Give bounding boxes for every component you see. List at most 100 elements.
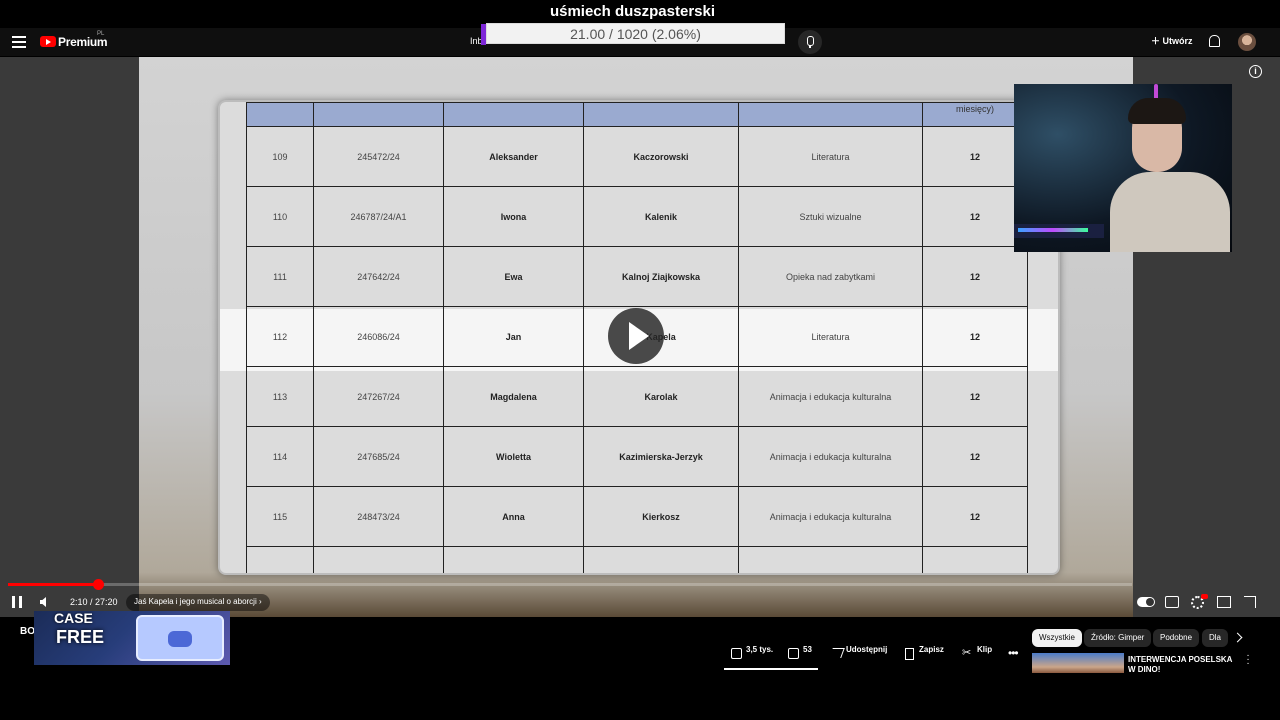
youtube-app: Premium PL Inb ＋ Utwórz uśmiech duszpast… bbox=[0, 0, 1280, 720]
table-header-row: miesięcy) bbox=[246, 102, 1028, 127]
menu-icon[interactable] bbox=[12, 36, 26, 48]
table-cell: 247642/24 bbox=[313, 246, 444, 307]
more-actions-icon[interactable]: ••• bbox=[1008, 647, 1019, 659]
table-cell: Kazimierska-Jerzyk bbox=[583, 426, 739, 487]
dislike-icon[interactable] bbox=[788, 648, 799, 659]
voice-search-icon[interactable] bbox=[798, 30, 822, 54]
table-row: 109 245472/24 Aleksander Kaczorowski Literat… bbox=[246, 126, 1028, 187]
table-cell: Animacja i edukacja kulturalna bbox=[738, 486, 923, 547]
channel-name[interactable]: BO bbox=[20, 626, 35, 637]
table-row bbox=[246, 546, 1028, 573]
recommendation-title[interactable]: INTERWENCJA POSELSKA W DINO! bbox=[1128, 655, 1238, 675]
table-cell: 247685/24 bbox=[313, 426, 444, 487]
chapter-title: Jaś Kapela i jego musical o aborcji bbox=[134, 597, 257, 606]
table-cell: 110 bbox=[246, 186, 314, 247]
account-avatar[interactable] bbox=[1238, 33, 1256, 51]
table-cell: Kalenik bbox=[583, 186, 739, 247]
table-cell: 111 bbox=[246, 246, 314, 307]
table-cell: 12 bbox=[922, 426, 1028, 487]
brand-label[interactable]: Premium bbox=[58, 35, 108, 49]
below-video-area: BO CASE FREE 3,5 tys. 53 Udostępnij Zapi… bbox=[0, 611, 1280, 675]
table-cell: Aleksander bbox=[443, 126, 584, 187]
table-cell bbox=[443, 546, 584, 573]
create-button[interactable]: ＋ Utwórz bbox=[1151, 34, 1193, 47]
table-cell: 12 bbox=[922, 126, 1028, 187]
theater-mode-icon[interactable] bbox=[1217, 596, 1231, 608]
share-icon[interactable] bbox=[829, 648, 845, 658]
table-cell: 112 bbox=[246, 306, 314, 367]
table-cell: Animacja i edukacja kulturalna bbox=[738, 366, 923, 427]
chevron-right-icon[interactable] bbox=[1232, 632, 1243, 643]
volume-icon[interactable] bbox=[40, 597, 46, 607]
more-vert-icon[interactable]: · · · bbox=[1246, 651, 1250, 669]
table-cell: Karolak bbox=[583, 366, 739, 427]
promo-box-image bbox=[136, 615, 224, 661]
progress-text: 21.00 / 1020 (2.06%) bbox=[570, 26, 701, 42]
table-cell: Literatura bbox=[738, 126, 923, 187]
notifications-bell-icon[interactable] bbox=[1209, 35, 1220, 47]
table-cell: Sztuki wizualne bbox=[738, 186, 923, 247]
save-button[interactable]: Zapisz bbox=[919, 645, 944, 665]
promo-text-1: CASE bbox=[54, 611, 93, 626]
webcam-streamer-body bbox=[1110, 172, 1230, 252]
time-display: 2:10 / 27:20 bbox=[70, 597, 118, 607]
webcam-keyboard bbox=[1014, 224, 1104, 238]
progress-played bbox=[8, 583, 98, 586]
play-icon[interactable] bbox=[608, 308, 664, 364]
chapter-button[interactable]: Jaś Kapela i jego musical o aborcji › bbox=[126, 594, 270, 611]
table-cell: 12 bbox=[922, 366, 1028, 427]
autoplay-toggle-icon[interactable] bbox=[1137, 597, 1155, 607]
chip-for-you[interactable]: Dla bbox=[1202, 629, 1229, 647]
scrubber-knob[interactable] bbox=[93, 579, 104, 590]
region-label: PL bbox=[97, 31, 105, 37]
like-bar bbox=[724, 668, 818, 670]
table-cell: 245472/24 bbox=[313, 126, 444, 187]
fullscreen-icon[interactable] bbox=[1244, 596, 1256, 608]
table-cell bbox=[738, 546, 923, 573]
like-count[interactable]: 3,5 tys. bbox=[746, 645, 773, 665]
table-cell: Jan bbox=[443, 306, 584, 367]
dislike-count[interactable]: 53 bbox=[803, 645, 812, 665]
subtitles-icon[interactable] bbox=[1165, 596, 1179, 608]
clip-button[interactable]: Klip bbox=[977, 645, 992, 665]
stream-overlay-title: uśmiech duszpasterski bbox=[549, 3, 716, 20]
table-cell: Anna bbox=[443, 486, 584, 547]
table-cell: 109 bbox=[246, 126, 314, 187]
table-row: 110 246787/24/A1 Iwona Kalenik Sztuki wizual… bbox=[246, 186, 1028, 247]
progress-accent bbox=[481, 24, 486, 45]
recommendation-thumbnail[interactable] bbox=[1032, 653, 1124, 673]
table-cell: 12 bbox=[922, 306, 1028, 367]
like-icon[interactable] bbox=[731, 648, 742, 659]
share-button[interactable]: Udostępnij bbox=[846, 645, 887, 665]
table-cell: 247267/24 bbox=[313, 366, 444, 427]
youtube-logo-icon[interactable] bbox=[40, 36, 56, 47]
video-player[interactable]: miesięcy) 109 245472/24 Aleksander Kaczorow… bbox=[0, 57, 1280, 617]
info-icon[interactable]: i bbox=[1249, 65, 1262, 78]
save-icon[interactable] bbox=[905, 648, 914, 660]
progress-bar[interactable] bbox=[8, 579, 1132, 590]
table-row: 115 248473/24 Anna Kierkosz Animacja i eduka… bbox=[246, 486, 1028, 547]
table-cell: 246086/24 bbox=[313, 306, 444, 367]
promo-banner[interactable]: CASE FREE bbox=[34, 611, 230, 665]
pause-icon[interactable] bbox=[12, 596, 22, 608]
table-cell: Wioletta bbox=[443, 426, 584, 487]
table-cell bbox=[313, 546, 444, 573]
table-cell: 246787/24/A1 bbox=[313, 186, 444, 247]
table-cell: Kalnoj Ziajkowska bbox=[583, 246, 739, 307]
promo-text-2: FREE bbox=[56, 627, 105, 647]
table-row: 114 247685/24 Wioletta Kazimierska-Jerzyk An… bbox=[246, 426, 1028, 487]
table-cell: 12 bbox=[922, 486, 1028, 547]
table-cell: 248473/24 bbox=[313, 486, 444, 547]
stream-progress-overlay: 21.00 / 1020 (2.06%) bbox=[481, 23, 785, 45]
chip-all[interactable]: Wszystkie bbox=[1032, 629, 1082, 647]
create-label: Utwórz bbox=[1162, 36, 1193, 46]
chip-source[interactable]: Źródło: Gimper bbox=[1084, 629, 1152, 647]
clip-icon[interactable]: ✂ bbox=[962, 648, 971, 659]
table-cell bbox=[246, 546, 314, 573]
chip-related[interactable]: Podobne bbox=[1153, 629, 1200, 647]
table-cell: Iwona bbox=[443, 186, 584, 247]
table-cell bbox=[583, 546, 739, 573]
table-cell: Ewa bbox=[443, 246, 584, 307]
table-cell: 113 bbox=[246, 366, 314, 427]
table-cell: 12 bbox=[922, 186, 1028, 247]
